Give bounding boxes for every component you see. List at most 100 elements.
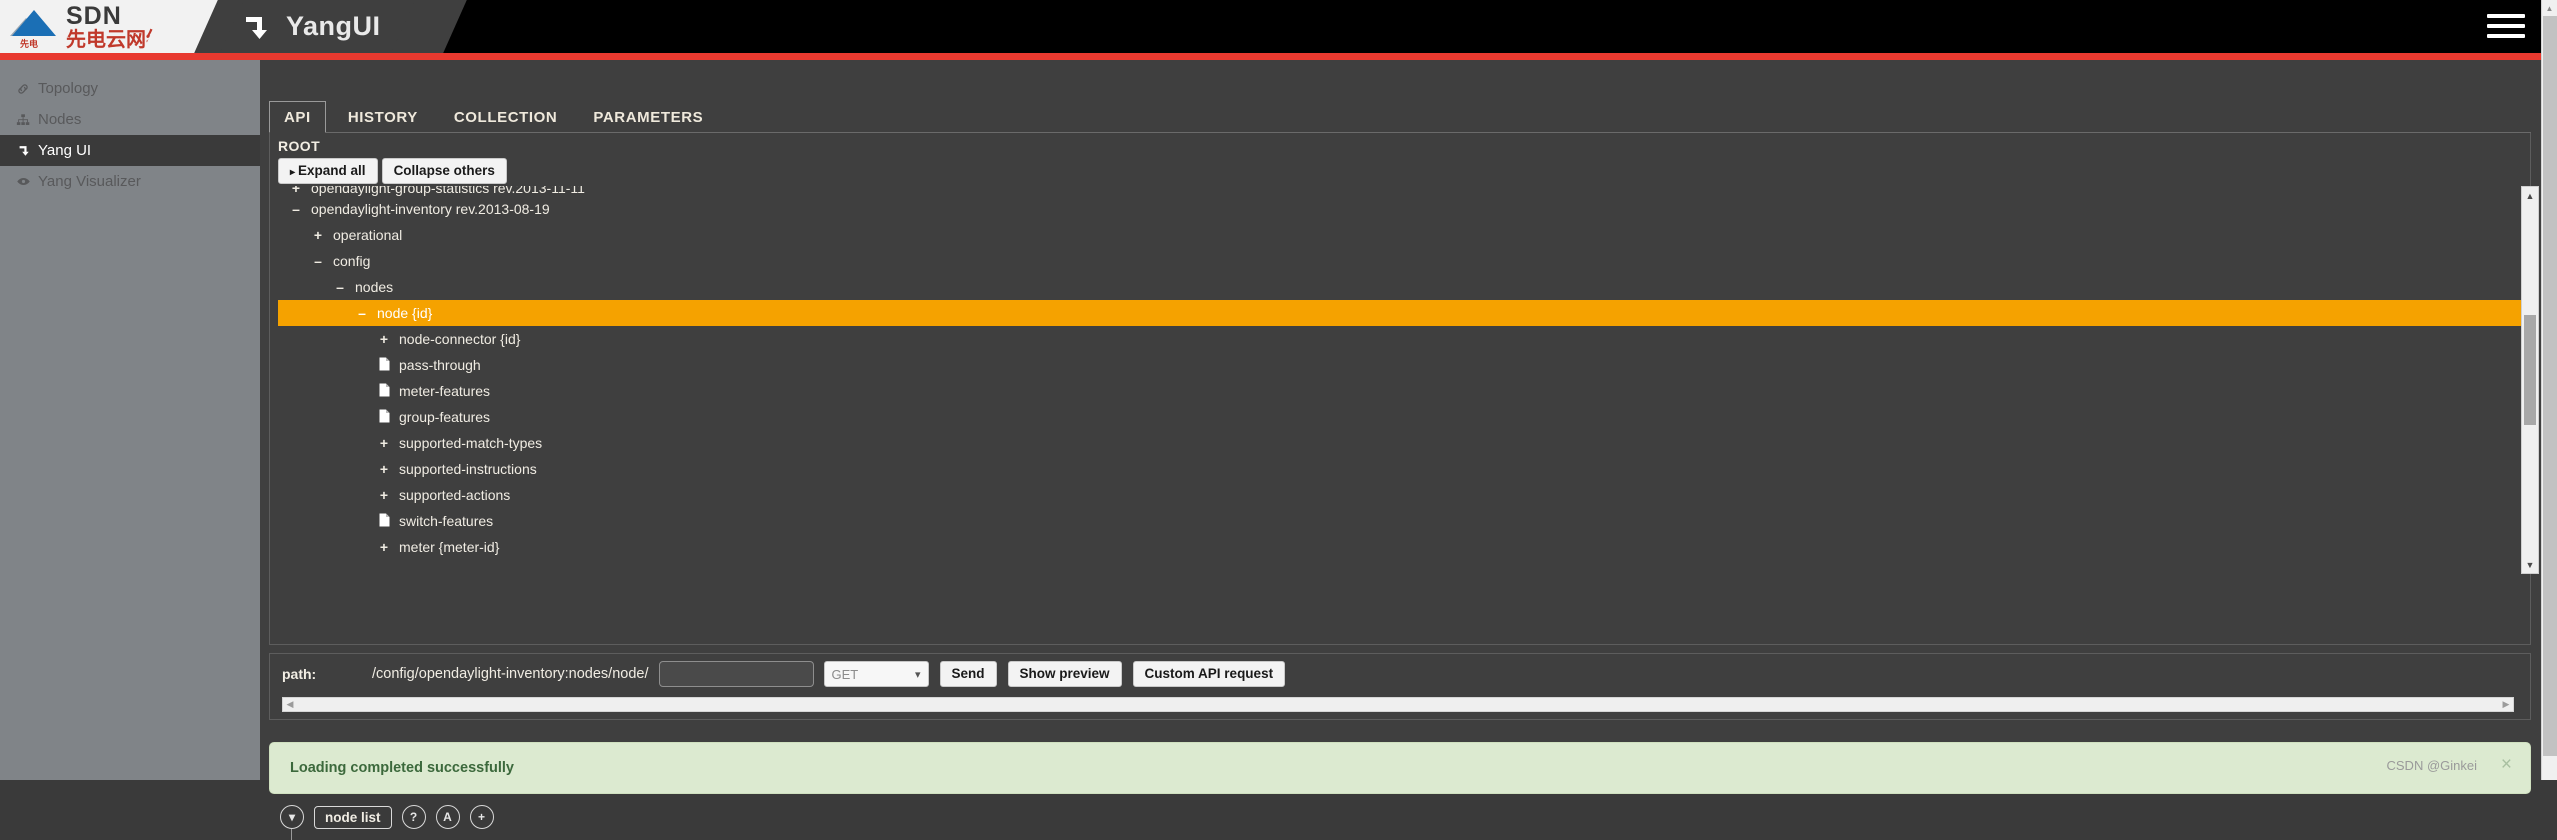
tab-collection[interactable]: COLLECTION [440, 102, 572, 132]
page-scrollbar-thumb[interactable] [2543, 16, 2557, 756]
tab-label: COLLECTION [454, 109, 558, 126]
tree-rows: +opendaylight-group-statistics rev.2013-… [278, 186, 2523, 560]
path-panel: path: /config/opendaylight-inventory:nod… [269, 653, 2531, 720]
collapse-others-label: Collapse others [394, 163, 495, 178]
sidebar-item-label: Yang UI [38, 142, 91, 159]
tab-label: API [284, 109, 311, 126]
tree-node[interactable]: –nodes [278, 274, 2523, 300]
sitemap-icon [12, 113, 34, 127]
tree-node-label: nodes [355, 279, 393, 295]
logo-sub-text: 先电 [20, 37, 38, 50]
collapse-minus-icon[interactable]: – [352, 305, 372, 321]
sidebar-item-nodes[interactable]: Nodes [0, 104, 260, 135]
watermark: CSDN @Ginkei [2387, 758, 2478, 773]
tree-node[interactable]: –config [278, 248, 2523, 274]
tree-node[interactable]: +meter {meter-id} [278, 534, 2523, 560]
tree-node[interactable]: meter-features [278, 378, 2523, 404]
document-icon[interactable] [374, 513, 394, 530]
sidebar-item-yang-visualizer[interactable]: Yang Visualizer [0, 166, 260, 197]
plus-circle-icon[interactable]: + [470, 805, 494, 829]
show-preview-button[interactable]: Show preview [1008, 661, 1122, 687]
custom-api-request-button[interactable]: Custom API request [1133, 661, 1286, 687]
tree-node-label: supported-instructions [399, 461, 537, 477]
page-scroll-up-arrow-icon[interactable]: ▲ [2542, 0, 2557, 16]
tree-node-label: pass-through [399, 357, 481, 373]
sidebar-item-label: Topology [38, 80, 98, 97]
tree-node[interactable]: pass-through [278, 352, 2523, 378]
expand-plus-icon[interactable]: + [308, 227, 328, 243]
expand-plus-icon[interactable]: + [286, 186, 306, 196]
tree-vertical-scrollbar[interactable]: ▲ ▼ [2521, 186, 2539, 574]
tree-node-label: operational [333, 227, 402, 243]
document-icon[interactable] [374, 383, 394, 400]
expand-plus-icon[interactable]: + [374, 331, 394, 347]
tree-node[interactable]: group-features [278, 404, 2523, 430]
tab-label: HISTORY [348, 109, 418, 126]
link-chain-icon [12, 82, 34, 96]
scroll-up-arrow-icon[interactable]: ▲ [2522, 187, 2538, 204]
tree-node[interactable]: + supported-instructions [278, 456, 2523, 482]
tree-node[interactable]: –opendaylight-inventory rev.2013-08-19 [278, 196, 2523, 222]
path-horizontal-scrollbar[interactable]: ◀ ▶ [282, 697, 2514, 712]
send-button[interactable]: Send [940, 661, 997, 687]
sdn-logo[interactable]: 先电 SDN 先电云网络 [0, 0, 180, 53]
expand-plus-icon[interactable]: + [374, 487, 394, 503]
tree-node-label: opendaylight-inventory rev.2013-08-19 [311, 201, 550, 217]
send-label: Send [952, 666, 985, 681]
node-list-button[interactable]: node list [314, 806, 392, 829]
tree-node[interactable]: switch-features [278, 508, 2523, 534]
node-list-stem [291, 829, 292, 840]
eye-icon [12, 174, 34, 189]
chevron-down-circle-icon[interactable]: ▾ [280, 805, 304, 829]
tree-scrollbar-thumb[interactable] [2524, 315, 2536, 425]
tab-label: PARAMETERS [593, 109, 703, 126]
sidebar: Topology Nodes Yang UI [0, 60, 260, 780]
tree-node-selected[interactable]: –node {id} [278, 300, 2523, 326]
sidebar-item-topology[interactable]: Topology [0, 73, 260, 104]
http-method-select[interactable]: GET ▾ [824, 661, 929, 687]
yang-arrow-icon [12, 144, 34, 157]
collapse-others-button[interactable]: Collapse others [382, 158, 507, 184]
collapse-minus-icon[interactable]: – [308, 253, 328, 269]
collapse-minus-icon[interactable]: – [330, 279, 350, 295]
tab-history[interactable]: HISTORY [334, 102, 432, 132]
scroll-left-arrow-icon[interactable]: ◀ [283, 698, 297, 711]
scroll-right-arrow-icon[interactable]: ▶ [2499, 698, 2513, 711]
tree-node-label: node-connector {id} [399, 331, 520, 347]
chevron-down-icon: ▾ [915, 668, 921, 681]
close-icon[interactable]: × [2501, 755, 2512, 774]
tree-node[interactable]: +supported-match-types [278, 430, 2523, 456]
yang-arrow-icon [240, 12, 270, 42]
node-list-controls: ▾ node list ? A + [280, 805, 494, 829]
sidebar-item-yang-ui[interactable]: Yang UI [0, 135, 260, 166]
tree-node[interactable]: + node-connector {id} [278, 326, 2523, 352]
sdn-logo-mark: 先电 [8, 6, 64, 48]
tree-node-label: config [333, 253, 370, 269]
tree-node[interactable]: + operational [278, 222, 2523, 248]
expand-plus-icon[interactable]: + [374, 461, 394, 477]
document-icon[interactable] [374, 409, 394, 426]
a-circle-icon[interactable]: A [436, 805, 460, 829]
path-buttons: Send Show preview Custom API request [940, 661, 1286, 687]
tree-node-label: supported-actions [399, 487, 510, 503]
page-vertical-scrollbar[interactable]: ▲ [2541, 0, 2557, 780]
question-circle-icon[interactable]: ? [402, 805, 426, 829]
document-icon[interactable] [374, 357, 394, 374]
tab-parameters[interactable]: PARAMETERS [579, 102, 717, 132]
expand-plus-icon[interactable]: + [374, 539, 394, 555]
path-key-input[interactable] [659, 661, 814, 687]
tab-api[interactable]: API [269, 101, 326, 133]
caret-right-icon: ▸ [290, 167, 295, 178]
alert-message: Loading completed successfully [290, 760, 514, 776]
sidebar-item-label: Nodes [38, 111, 81, 128]
tree-node[interactable]: +opendaylight-group-statistics rev.2013-… [278, 186, 2523, 196]
scroll-down-arrow-icon[interactable]: ▼ [2522, 556, 2538, 573]
expand-all-button[interactable]: ▸Expand all [278, 158, 378, 184]
hamburger-menu-icon[interactable] [2487, 14, 2525, 40]
tree-node[interactable]: + supported-actions [278, 482, 2523, 508]
http-method-value: GET [832, 667, 859, 682]
expand-plus-icon[interactable]: + [374, 435, 394, 451]
collapse-minus-icon[interactable]: – [286, 201, 306, 217]
yang-tree[interactable]: +opendaylight-group-statistics rev.2013-… [278, 186, 2523, 574]
tree-node-label: meter-features [399, 383, 490, 399]
